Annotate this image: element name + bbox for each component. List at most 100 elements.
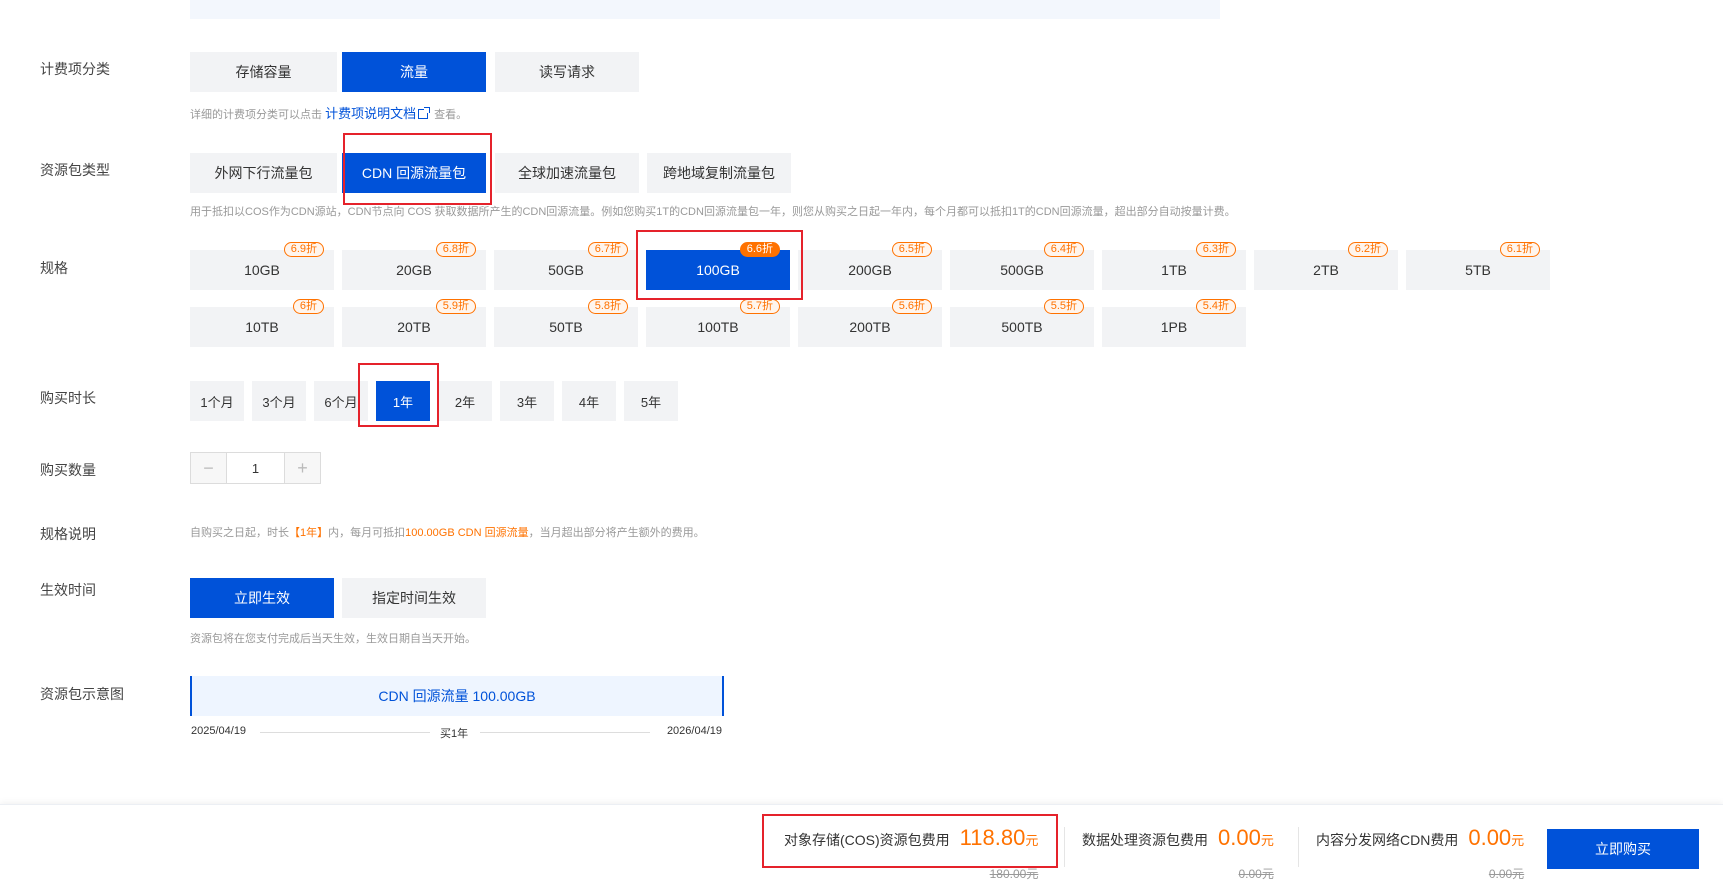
duration-option-4[interactable]: 2年 (438, 381, 492, 421)
spec-desc-amount: 100.00GB CDN 回源流量 (405, 527, 529, 539)
fee-cdn: 内容分发网络CDN费用 0.00元 0.00元 (1316, 825, 1525, 881)
timeline-duration: 买1年 (440, 725, 469, 741)
spec-option-200tb[interactable]: 200TB 5.6折 (798, 299, 942, 347)
fee-data-processing: 数据处理资源包费用 0.00元 0.00元 (1082, 825, 1274, 881)
billing-option-requests[interactable]: 读写请求 (495, 52, 639, 92)
fee-cos-original: 180.00元 (989, 867, 1039, 881)
package-type-cdn-origin[interactable]: CDN 回源流量包 (342, 153, 486, 193)
duration-option-0[interactable]: 1个月 (190, 381, 244, 421)
quantity-stepper: − 1 + (190, 452, 321, 484)
effective-time-hint: 资源包将在您支付完成后当天生效，生效日期自当天开始。 (190, 633, 476, 645)
spec-desc-part1: 自购买之日起，时长 (190, 527, 289, 539)
spec-option-50tb[interactable]: 50TB 5.8折 (494, 299, 638, 347)
spec-option-100tb[interactable]: 100TB 5.7折 (646, 299, 790, 347)
package-type-internet-egress[interactable]: 外网下行流量包 (190, 153, 337, 193)
spec-desc-part3: ，当月超出部分将产生额外的费用。 (528, 527, 705, 539)
spec-option-500gb[interactable]: 500GB 6.4折 (950, 242, 1094, 290)
spec-size-label: 50TB (549, 319, 583, 335)
discount-badge: 6.4折 (1043, 242, 1084, 257)
spec-option-100gb[interactable]: 100GB 6.6折 (646, 242, 790, 290)
quantity-increase-button[interactable]: + (285, 453, 320, 483)
duration-option-5[interactable]: 3年 (500, 381, 554, 421)
billing-category-hint: 详细的计费项分类可以点击 计费项说明文档 查看。 (190, 103, 467, 122)
spec-option-50gb[interactable]: 50GB 6.7折 (494, 242, 638, 290)
fee-cdn-original: 0.00元 (1488, 867, 1525, 881)
duration-option-2[interactable]: 6个月 (314, 381, 368, 421)
discount-badge: 5.9折 (435, 299, 476, 314)
spec-size-label: 100GB (696, 262, 740, 278)
package-type-cross-region[interactable]: 跨地域复制流量包 (647, 153, 791, 193)
spec-option-20tb[interactable]: 20TB 5.9折 (342, 299, 486, 347)
timeline-start-date: 2025/04/19 (191, 725, 247, 737)
discount-badge: 5.5折 (1043, 299, 1084, 314)
fee-cos-label: 对象存储(COS)资源包费用 (784, 832, 950, 848)
spec-size-label: 10GB (244, 262, 280, 278)
duration-option-3[interactable]: 1年 (376, 381, 430, 421)
duration-option-6[interactable]: 4年 (562, 381, 616, 421)
billing-category-label: 计费项分类 (40, 61, 110, 77)
spec-desc-part2: 内，每月可抵扣 (328, 527, 406, 539)
discount-badge: 6.3折 (1195, 242, 1236, 257)
spec-option-1tb[interactable]: 1TB 6.3折 (1102, 242, 1246, 290)
quantity-input[interactable]: 1 (226, 453, 285, 483)
billing-option-storage[interactable]: 存储容量 (190, 52, 337, 92)
package-type-global-accel[interactable]: 全球加速流量包 (495, 153, 639, 193)
spec-size-label: 500GB (1000, 262, 1044, 278)
effective-immediate-option[interactable]: 立即生效 (190, 578, 334, 618)
buy-now-button[interactable]: 立即购买 (1547, 829, 1699, 869)
quantity-decrease-button[interactable]: − (191, 453, 226, 483)
spec-size-label: 500TB (1001, 319, 1043, 335)
timeline-end-date: 2026/04/19 (666, 725, 722, 737)
spec-size-label: 50GB (548, 262, 584, 278)
fee-divider-1 (1064, 827, 1065, 867)
spec-size-label: 5TB (1465, 262, 1491, 278)
spec-size-label: 20TB (397, 319, 431, 335)
diagram-label: 资源包示意图 (40, 686, 124, 702)
duration-option-7[interactable]: 5年 (624, 381, 678, 421)
duration-option-1[interactable]: 3个月 (252, 381, 306, 421)
timeline-line-right (480, 732, 650, 733)
effective-scheduled-option[interactable]: 指定时间生效 (342, 578, 486, 618)
package-type-label: 资源包类型 (40, 162, 110, 178)
fee-dp-label: 数据处理资源包费用 (1082, 832, 1208, 848)
quantity-label: 购买数量 (40, 462, 96, 478)
fee-dp-amount: 0.00 (1218, 825, 1261, 850)
discount-badge: 5.6折 (891, 299, 932, 314)
billing-option-traffic[interactable]: 流量 (342, 52, 486, 92)
discount-badge: 6.6折 (739, 242, 780, 257)
spec-desc-label: 规格说明 (40, 526, 96, 542)
fee-cos-amount: 118.80 (959, 825, 1026, 850)
top-panel-strip (190, 0, 1220, 19)
package-type-hint: 用于抵扣以COS作为CDN源站，CDN节点向 COS 获取数据所产生的CDN回源… (190, 206, 1236, 218)
spec-description: 自购买之日起，时长【1年】内，每月可抵扣100.00GB CDN 回源流量，当月… (190, 524, 705, 540)
discount-badge: 5.4折 (1195, 299, 1236, 314)
discount-badge: 6.2折 (1347, 242, 1388, 257)
billing-hint-suffix: 查看。 (434, 109, 468, 121)
spec-option-10gb[interactable]: 10GB 6.9折 (190, 242, 334, 290)
spec-size-label: 10TB (245, 319, 279, 335)
diagram-timeline: 2025/04/19 买1年 2026/04/19 (190, 724, 724, 741)
spec-option-500tb[interactable]: 500TB 5.5折 (950, 299, 1094, 347)
effective-time-label: 生效时间 (40, 582, 96, 598)
fee-cos-unit: 元 (1025, 833, 1039, 848)
spec-size-label: 2TB (1313, 262, 1339, 278)
billing-doc-link[interactable]: 计费项说明文档 (325, 106, 416, 121)
fee-dp-original: 0.00元 (1238, 867, 1274, 881)
fee-dp-unit: 元 (1260, 833, 1274, 848)
spec-option-200gb[interactable]: 200GB 6.5折 (798, 242, 942, 290)
fee-cos-package: 对象存储(COS)资源包费用 118.80元 180.00元 (784, 825, 1039, 881)
discount-badge: 6.9折 (283, 242, 324, 257)
external-link-icon[interactable] (418, 107, 431, 119)
fee-cdn-unit: 元 (1511, 833, 1525, 848)
spec-option-10tb[interactable]: 10TB 6折 (190, 299, 334, 347)
discount-badge: 5.7折 (739, 299, 780, 314)
spec-option-2tb[interactable]: 2TB 6.2折 (1254, 242, 1398, 290)
fee-cdn-amount: 0.00 (1468, 825, 1512, 850)
spec-option-20gb[interactable]: 20GB 6.8折 (342, 242, 486, 290)
spec-option-5tb[interactable]: 5TB 6.1折 (1406, 242, 1550, 290)
spec-size-label: 200GB (848, 262, 892, 278)
spec-option-1pb[interactable]: 1PB 5.4折 (1102, 299, 1246, 347)
spec-size-label: 20GB (396, 262, 432, 278)
spec-size-label: 1TB (1161, 262, 1187, 278)
timeline-line-left (260, 732, 430, 733)
